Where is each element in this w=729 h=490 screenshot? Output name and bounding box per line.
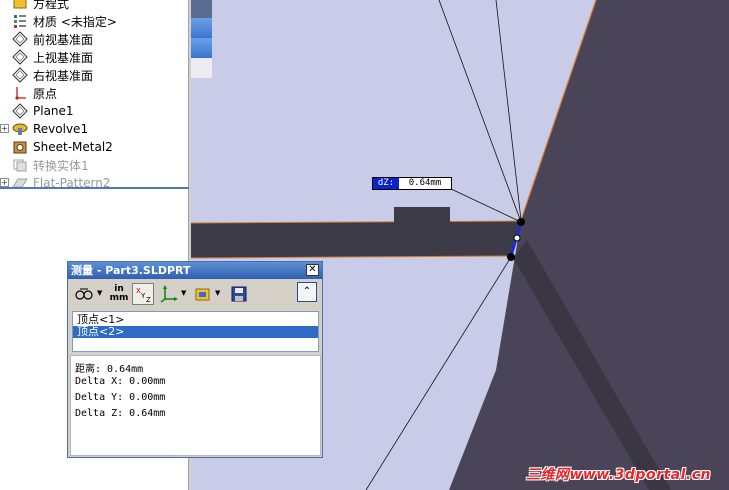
tree-item[interactable]: + Flat-Pattern2 — [0, 174, 189, 192]
strip-tab[interactable] — [394, 207, 450, 223]
revolve-icon — [12, 121, 28, 137]
projection-folder-icon — [195, 288, 210, 301]
chevron-down-icon[interactable]: ▼ — [97, 289, 102, 297]
result-delta-y: Delta Y: 0.00mm — [75, 392, 166, 403]
tree-item-label: Revolve1 — [33, 122, 89, 136]
vertex-1-marker[interactable] — [517, 218, 525, 226]
material-icon — [12, 13, 28, 29]
tree-item-label: 方程式 — [33, 0, 70, 11]
save-button[interactable] — [228, 283, 250, 305]
result-delta-x: Delta X: 0.00mm — [75, 376, 166, 387]
coordinate-system-button[interactable] — [158, 283, 180, 305]
convert-entity-icon — [12, 157, 28, 173]
sheet-metal-strip[interactable] — [191, 221, 521, 258]
result-distance: 距离: 0.64mm — [75, 364, 144, 375]
selection-list[interactable]: 顶点<1> 顶点<2> — [72, 311, 319, 352]
sheet-metal-icon — [12, 139, 28, 155]
tree-item[interactable]: 方程式 — [0, 0, 189, 12]
expand-icon[interactable]: + — [0, 178, 9, 187]
result-delta-z: Delta Z: 0.64mm — [75, 408, 166, 419]
tree-item[interactable]: 右视基准面 — [0, 66, 189, 84]
origin-icon — [12, 85, 28, 101]
task-pane-tab-3[interactable] — [191, 38, 212, 58]
selection-item[interactable]: 顶点<2> — [73, 326, 318, 338]
units-precision-button[interactable]: in mm — [108, 283, 130, 305]
tree-item[interactable]: Sheet-Metal2 — [0, 138, 189, 156]
vertex-2-marker[interactable] — [507, 253, 515, 261]
tree-item[interactable]: 材质 <未指定> — [0, 12, 189, 30]
tree-item-label: 上视基准面 — [33, 50, 94, 65]
tree-item-label: 右视基准面 — [33, 68, 94, 83]
tree-item-label: Plane1 — [33, 104, 74, 118]
tree-item-label: Sheet-Metal2 — [33, 140, 113, 154]
tree-item[interactable]: + Revolve1 — [0, 120, 189, 138]
site-watermark: 三维网www.3dportal.cn — [525, 467, 711, 483]
measure-results: 距离: 0.64mm Delta X: 0.00mm Delta Y: 0.00… — [70, 355, 321, 456]
tree-item-label: 前视基准面 — [33, 32, 94, 47]
tree-item-label: 转换实体1 — [33, 158, 89, 173]
task-pane-tab-4[interactable] — [191, 58, 212, 78]
expand-icon[interactable]: + — [0, 124, 9, 133]
chevron-down-icon[interactable]: ▼ — [215, 289, 220, 297]
tree-item[interactable]: 原点 — [0, 84, 189, 102]
tree-item-label: 材质 <未指定> — [33, 14, 117, 29]
dimension-name: dZ: — [373, 178, 399, 189]
xyz-icon: X Y Z — [136, 287, 151, 303]
coordinate-axes-icon — [160, 285, 178, 303]
midpoint-marker — [513, 234, 521, 242]
plane-icon — [12, 103, 28, 119]
tree-item[interactable]: Plane1 — [0, 102, 189, 120]
units-bottom-label: mm — [109, 293, 129, 303]
tree-item[interactable]: 前视基准面 — [0, 30, 189, 48]
tree-item[interactable]: 上视基准面 — [0, 48, 189, 66]
close-button[interactable]: ✕ — [306, 264, 319, 276]
arc-circle-options-button[interactable] — [73, 283, 95, 305]
chevron-down-icon[interactable]: ▼ — [181, 289, 186, 297]
leader-line-2 — [495, 0, 522, 221]
collapse-button[interactable]: ⌃ — [297, 282, 317, 302]
measure-dialog: 测量 - Part3.SLDPRT ✕ ▼ in mm X Y Z ▼ ▼ ⌃ … — [67, 261, 323, 458]
dimension-callout: dZ: 0.64mm — [372, 177, 452, 190]
tree-divider — [0, 187, 189, 189]
plane-icon — [12, 67, 28, 83]
measure-toolbar: ▼ in mm X Y Z ▼ ▼ ⌃ — [70, 280, 320, 308]
plane-icon — [12, 31, 28, 47]
task-pane-tab-2[interactable] — [191, 18, 212, 38]
task-pane-tabs[interactable] — [191, 0, 212, 78]
svg-text:Z: Z — [146, 296, 151, 303]
arc-measure-icon — [75, 288, 93, 300]
save-disk-icon — [231, 286, 247, 302]
dimension-value: 0.64mm — [408, 178, 442, 188]
plane-icon — [12, 49, 28, 65]
measure-dialog-title[interactable]: 测量 - Part3.SLDPRT — [68, 262, 322, 279]
projection-button[interactable] — [192, 283, 214, 305]
equation-folder-icon — [12, 0, 28, 11]
tree-item[interactable]: 转换实体1 — [0, 156, 189, 174]
tree-item-label: 原点 — [33, 86, 58, 101]
xyz-measure-button[interactable]: X Y Z — [132, 283, 154, 305]
task-pane-tab-1[interactable] — [191, 0, 212, 18]
